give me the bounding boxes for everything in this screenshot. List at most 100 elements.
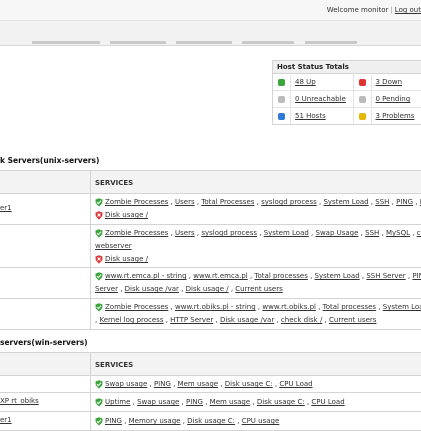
status-down[interactable]: 3 Down [354,74,421,90]
nav-tab[interactable] [242,41,294,44]
separator: , [316,303,323,311]
service-link[interactable]: PING [154,380,171,388]
service-link[interactable]: Disk usage C: [187,417,235,425]
service-link[interactable]: syslogd process [201,229,257,237]
service-line: , Kernel log process , HTTP Server , Dis… [95,315,376,325]
service-link[interactable]: Swap Usage [316,229,359,237]
service-link[interactable]: Server [95,285,118,293]
service-link[interactable]: Swap usage [137,398,179,406]
service-link[interactable]: System Load [264,229,309,237]
service-link[interactable]: Swap usage [105,380,147,388]
table-row: Zombie Processes , www.rt.obiks.pl - str… [0,299,421,330]
status-unreachable[interactable]: 0 Unreachable [273,91,354,107]
service-link[interactable]: Disk usage C: [257,398,305,406]
service-link[interactable]: Mem usage [210,398,251,406]
service-link[interactable]: Users [175,229,195,237]
service-link[interactable]: CPU Load [311,398,344,406]
ok-shield-icon [95,303,102,311]
service-link[interactable]: PING [105,417,122,425]
unix-group-title[interactable]: k Servers(unix-servers) [0,156,99,165]
status-problems[interactable]: 3 Problems [354,108,421,124]
win-group-title[interactable]: servers(win-servers) [0,338,88,347]
logout-link[interactable]: Log out [395,6,421,14]
service-link[interactable]: Disk usage /var [125,285,179,293]
separator: , [379,229,386,237]
service-link[interactable]: Zombie Processes [105,229,168,237]
service-link[interactable]: Disk usage / [105,211,148,219]
service-line: PING , Memory usage , Disk usage C: , CP… [95,416,279,426]
service-link[interactable]: Disk usage /var [220,316,274,324]
service-link[interactable]: CPU usage [242,417,280,425]
status-hosts[interactable]: 51 Hosts [273,108,354,124]
service-line: www.rt.emca.pl - string , www.rt.emca.pl… [95,271,421,281]
service-link[interactable]: webserver [95,242,132,250]
host-cell [0,268,91,298]
service-link[interactable]: Users [175,198,195,206]
host-name-link[interactable]: er1 [0,416,12,424]
service-link[interactable]: CPU Load [279,380,312,388]
service-link[interactable]: SSH [375,198,389,206]
service-link[interactable]: System Load [315,272,360,280]
critical-shield-icon [95,211,102,219]
service-link[interactable]: SSH [365,229,379,237]
nav-tab[interactable] [305,41,357,44]
service-link[interactable]: Total processes [323,303,376,311]
ok-shield-icon [95,417,102,425]
service-line: Disk usage / [95,254,148,264]
unix-services-grid: SERVICES er1Zombie Processes , Users , T… [0,170,421,330]
service-line: Zombie Processes , Users , syslogd proce… [95,228,421,238]
service-link[interactable]: check disk / [281,316,322,324]
service-link[interactable]: syslogd process [261,198,317,206]
service-link[interactable]: Total processes [254,272,307,280]
host-cell [0,225,91,267]
service-link[interactable]: Current users [235,285,282,293]
service-link[interactable]: Mem usage [178,380,219,388]
service-link[interactable]: PING [186,398,203,406]
service-link[interactable]: www.rt.emca.pl - string [105,272,187,280]
red-shield-icon [359,79,366,86]
service-link[interactable]: System Load [323,198,368,206]
service-link[interactable]: Zombie Processes [105,303,168,311]
separator: , [203,398,210,406]
service-link[interactable]: Disk usage / [105,255,148,263]
service-link[interactable]: www.rt.obiks.pl - string [175,303,256,311]
nav-tab[interactable] [110,41,166,44]
separator: , [168,303,175,311]
service-link[interactable]: PING [412,272,421,280]
service-link[interactable]: www.rt.emca.pl [193,272,247,280]
status-up[interactable]: 48 Up [273,74,354,90]
service-link[interactable]: Uptime [105,398,130,406]
separator: , [118,285,125,293]
separator: , [168,198,175,206]
nav-tab[interactable] [176,41,232,44]
service-line: Server , Disk usage /var , Disk usage / … [95,284,283,294]
service-link[interactable]: System Load [383,303,421,311]
service-link[interactable]: MySQL [386,229,410,237]
service-link[interactable]: SSH Server [366,272,405,280]
separator: , [171,380,178,388]
service-link[interactable]: Current users [329,316,376,324]
host-name-link[interactable]: er1 [0,204,12,212]
service-line: webserver [95,241,132,251]
status-pending[interactable]: 0 Pending [354,91,421,107]
service-link[interactable]: Total Processes [201,198,254,206]
service-link[interactable]: Disk usage / [186,285,229,293]
service-link[interactable]: Zombie Processes [105,198,168,206]
service-link[interactable]: Memory usage [129,417,181,425]
service-link[interactable]: Disk usage C: [225,380,273,388]
service-link[interactable]: cron p [417,229,421,237]
table-row: Zombie Processes , Users , syslogd proce… [0,225,421,268]
separator: , [122,417,129,425]
separator: , [250,398,257,406]
service-link[interactable]: www.rt.obiks.pl [262,303,316,311]
service-link[interactable]: HTTP Server [170,316,213,324]
service-link[interactable]: Kernel log process [99,316,163,324]
nav-tab[interactable] [32,41,100,44]
service-line: Swap usage , PING , Mem usage , Disk usa… [95,379,313,389]
critical-shield-icon [95,255,102,263]
green-check-shield-icon [278,79,285,86]
service-link[interactable]: PING [396,198,413,206]
separator: , [410,229,417,237]
host-name-link[interactable]: XP rt_obiks [0,397,39,405]
welcome-text: Welcome monitor [327,6,389,14]
